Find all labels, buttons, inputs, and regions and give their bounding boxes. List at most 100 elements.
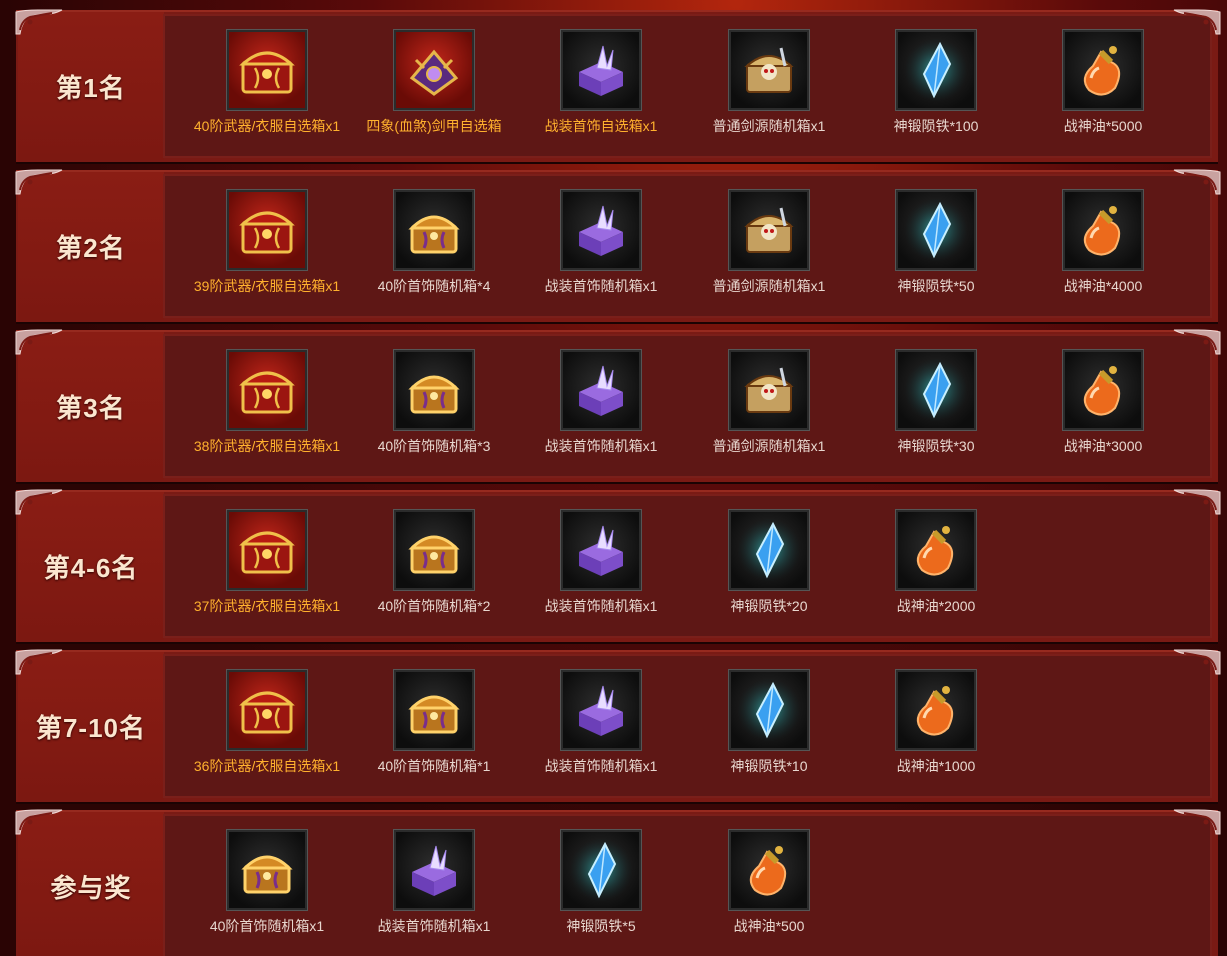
corner-ornament-icon: [14, 648, 64, 676]
corner-ornament-icon: [1172, 168, 1222, 196]
reward-item[interactable]: 战神油*500: [685, 829, 853, 936]
reward-item-name: 神锻陨铁*30: [897, 438, 975, 454]
reward-item[interactable]: 神锻陨铁*100: [852, 29, 1020, 136]
reward-item[interactable]: 36阶武器/衣服自选箱x1: [183, 669, 351, 776]
reward-item-name: 四象(血煞)剑甲自选箱: [366, 118, 502, 134]
reward-item-name: 神锻陨铁*20: [730, 598, 808, 614]
reward-item-name: 战神油*5000: [1063, 118, 1143, 134]
corner-ornament-icon: [1172, 808, 1222, 836]
reward-item[interactable]: 四象(血煞)剑甲自选箱: [350, 29, 518, 136]
reward-item[interactable]: 神锻陨铁*30: [852, 349, 1020, 456]
corner-ornament-icon: [14, 488, 64, 516]
reward-item[interactable]: 40阶首饰随机箱*2: [350, 509, 518, 616]
reward-item[interactable]: 普通剑源随机箱x1: [685, 29, 853, 136]
reward-item[interactable]: 神锻陨铁*20: [685, 509, 853, 616]
orange-potion-icon[interactable]: [1062, 189, 1144, 271]
reward-items: 36阶武器/衣服自选箱x1 40阶首饰随机箱*1 战装首饰随机箱x1 神锻陨铁*10 战…: [163, 654, 1212, 798]
blue-crystal-icon[interactable]: [895, 349, 977, 431]
purple-crystal-box-icon[interactable]: [560, 189, 642, 271]
reward-item[interactable]: 37阶武器/衣服自选箱x1: [183, 509, 351, 616]
reward-item[interactable]: 战神油*1000: [852, 669, 1020, 776]
reward-item[interactable]: 普通剑源随机箱x1: [685, 189, 853, 296]
reward-item-name: 神锻陨铁*50: [897, 278, 975, 294]
purple-crystal-box-icon[interactable]: [393, 829, 475, 911]
red-gold-chest-icon[interactable]: [226, 669, 308, 751]
reward-item[interactable]: 战装首饰随机箱x1: [517, 509, 685, 616]
reward-item-name: 普通剑源随机箱x1: [712, 118, 826, 134]
orange-potion-icon[interactable]: [1062, 349, 1144, 431]
reward-item-name: 40阶武器/衣服自选箱x1: [193, 118, 341, 134]
rank-label: 第7-10名: [35, 712, 147, 743]
corner-ornament-icon: [1172, 648, 1222, 676]
reward-item[interactable]: 战装首饰随机箱x1: [517, 349, 685, 456]
reward-item-name: 40阶首饰随机箱*2: [377, 598, 491, 614]
reward-item[interactable]: 40阶武器/衣服自选箱x1: [183, 29, 351, 136]
reward-item[interactable]: 神锻陨铁*50: [852, 189, 1020, 296]
reward-table: 第1名 40阶武器/衣服自选箱x1 四象(血煞)剑甲自选箱 战装首饰自选箱x1 普通剑源…: [0, 0, 1227, 956]
purple-crystal-box-icon[interactable]: [560, 349, 642, 431]
reward-item-name: 战神油*1000: [896, 758, 976, 774]
gold-chest-icon[interactable]: [393, 509, 475, 591]
red-gold-chest-icon[interactable]: [226, 349, 308, 431]
reward-item-name: 神锻陨铁*100: [893, 118, 979, 134]
purple-dragon-chest-icon[interactable]: [393, 29, 475, 111]
reward-item[interactable]: 40阶首饰随机箱*3: [350, 349, 518, 456]
reward-item[interactable]: 40阶首饰随机箱*1: [350, 669, 518, 776]
reward-item-name: 战神油*2000: [896, 598, 976, 614]
blue-crystal-icon[interactable]: [728, 509, 810, 591]
reward-item[interactable]: 战神油*5000: [1019, 29, 1187, 136]
blue-crystal-icon[interactable]: [895, 189, 977, 271]
orange-potion-icon[interactable]: [728, 829, 810, 911]
reward-items: 37阶武器/衣服自选箱x1 40阶首饰随机箱*2 战装首饰随机箱x1 神锻陨铁*20 战…: [163, 494, 1212, 638]
reward-item[interactable]: 40阶首饰随机箱*4: [350, 189, 518, 296]
reward-row: 第7-10名 36阶武器/衣服自选箱x1 40阶首饰随机箱*1 战装首饰随机箱x1 神锻…: [14, 648, 1221, 802]
corner-ornament-icon: [1172, 488, 1222, 516]
reward-item[interactable]: 40阶首饰随机箱x1: [183, 829, 351, 936]
red-gold-chest-icon[interactable]: [226, 29, 308, 111]
reward-item-name: 38阶武器/衣服自选箱x1: [193, 438, 341, 454]
skull-chest-icon[interactable]: [728, 189, 810, 271]
reward-item[interactable]: 战装首饰随机箱x1: [517, 189, 685, 296]
gold-chest-icon[interactable]: [393, 349, 475, 431]
skull-chest-icon[interactable]: [728, 349, 810, 431]
corner-ornament-icon: [14, 808, 64, 836]
reward-item[interactable]: 神锻陨铁*10: [685, 669, 853, 776]
reward-item-name: 战装首饰随机箱x1: [544, 278, 658, 294]
purple-crystal-box-icon[interactable]: [560, 509, 642, 591]
reward-item[interactable]: 战装首饰随机箱x1: [517, 669, 685, 776]
reward-row: 第4-6名 37阶武器/衣服自选箱x1 40阶首饰随机箱*2 战装首饰随机箱x1 神锻陨…: [14, 488, 1221, 642]
gold-chest-icon[interactable]: [226, 829, 308, 911]
blue-crystal-icon[interactable]: [895, 29, 977, 111]
reward-item[interactable]: 战装首饰自选箱x1: [517, 29, 685, 136]
blue-crystal-icon[interactable]: [728, 669, 810, 751]
reward-item[interactable]: 普通剑源随机箱x1: [685, 349, 853, 456]
reward-item[interactable]: 战装首饰随机箱x1: [350, 829, 518, 936]
reward-item-name: 战装首饰自选箱x1: [544, 118, 658, 134]
reward-item[interactable]: 战神油*4000: [1019, 189, 1187, 296]
reward-item[interactable]: 战神油*2000: [852, 509, 1020, 616]
orange-potion-icon[interactable]: [895, 669, 977, 751]
reward-item-name: 神锻陨铁*5: [566, 918, 636, 934]
reward-item-name: 战神油*4000: [1063, 278, 1143, 294]
reward-item-name: 40阶首饰随机箱*4: [377, 278, 491, 294]
blue-crystal-icon[interactable]: [560, 829, 642, 911]
reward-item[interactable]: 战神油*3000: [1019, 349, 1187, 456]
red-gold-chest-icon[interactable]: [226, 509, 308, 591]
skull-chest-icon[interactable]: [728, 29, 810, 111]
reward-item[interactable]: 38阶武器/衣服自选箱x1: [183, 349, 351, 456]
purple-crystal-box-icon[interactable]: [560, 669, 642, 751]
red-gold-chest-icon[interactable]: [226, 189, 308, 271]
gold-chest-icon[interactable]: [393, 189, 475, 271]
reward-row: 第1名 40阶武器/衣服自选箱x1 四象(血煞)剑甲自选箱 战装首饰自选箱x1 普通剑源…: [15, 9, 1221, 162]
reward-items: 40阶武器/衣服自选箱x1 四象(血煞)剑甲自选箱 战装首饰自选箱x1 普通剑源随机箱…: [163, 14, 1212, 158]
reward-item[interactable]: 39阶武器/衣服自选箱x1: [183, 189, 351, 296]
gold-chest-icon[interactable]: [393, 669, 475, 751]
orange-potion-icon[interactable]: [1062, 29, 1144, 111]
corner-ornament-icon: [1172, 8, 1222, 36]
reward-item-name: 40阶首饰随机箱x1: [209, 918, 325, 934]
orange-potion-icon[interactable]: [895, 509, 977, 591]
reward-item-name: 战神油*500: [733, 918, 805, 934]
purple-crystal-box-icon[interactable]: [560, 29, 642, 111]
reward-item[interactable]: 神锻陨铁*5: [517, 829, 685, 936]
reward-item-name: 战装首饰随机箱x1: [544, 438, 658, 454]
